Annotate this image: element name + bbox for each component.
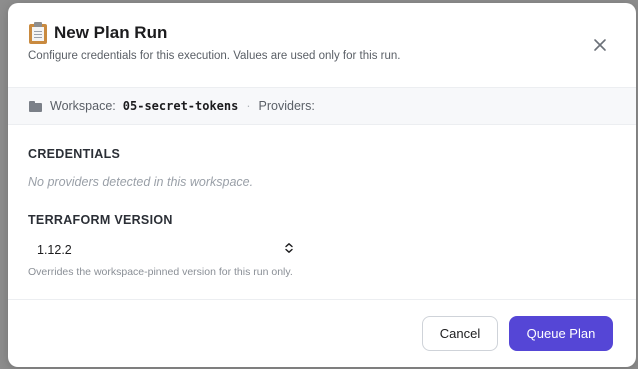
queue-plan-button[interactable]: Queue Plan [509,316,613,351]
workspace-value: 05-secret-tokens [122,99,239,113]
chevron-up-down-icon [284,241,294,259]
workspace-label: Workspace: [50,99,116,113]
terraform-version-hint: Overrides the workspace-pinned version f… [28,266,293,278]
separator: · [246,99,251,113]
cancel-button[interactable]: Cancel [422,316,498,351]
dialog-subtitle: Configure credentials for this execution… [28,50,401,62]
credentials-empty-message: No providers detected in this workspace. [28,175,254,189]
clipboard-icon [28,22,48,44]
terraform-version-select[interactable]: 1.12.2 [28,239,298,261]
terraform-version-heading: TERRAFORM VERSION [28,213,173,227]
providers-label: Providers: [258,99,315,113]
dialog-title: New Plan Run [54,23,168,42]
workspace-context-bar: Workspace: 05-secret-tokens · Providers: [8,87,636,125]
footer-divider [8,299,636,300]
close-button[interactable] [588,33,612,57]
dialog-header: New Plan Run Configure credentials for t… [8,3,636,87]
folder-icon [29,100,42,112]
new-plan-run-dialog: New Plan Run Configure credentials for t… [8,3,636,367]
credentials-heading: CREDENTIALS [28,147,121,161]
close-icon [594,39,606,51]
title-row: New Plan Run [28,22,167,44]
terraform-version-value: 1.12.2 [37,243,72,257]
